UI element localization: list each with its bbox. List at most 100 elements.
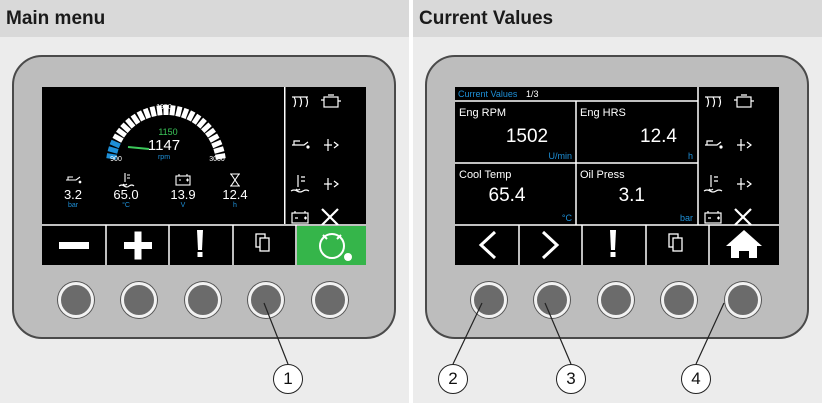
- page-indicator: 1/3: [526, 89, 539, 99]
- engine-start-softkey[interactable]: [297, 226, 366, 265]
- exclamation-icon-2: [610, 230, 616, 257]
- engine-hours-value: 12.4: [222, 187, 247, 202]
- eng-rpm-cell: Eng RPM 1502 U/min: [459, 107, 572, 161]
- screen-title: Current Values: [458, 89, 518, 99]
- gauge-tick: [196, 117, 207, 129]
- warning-softkey[interactable]: [197, 230, 203, 257]
- copy-icon-2: [668, 233, 683, 252]
- gauge-min-label: 900: [110, 156, 122, 163]
- main-menu-title: Main menu: [6, 8, 106, 29]
- copy-softkey-2[interactable]: [668, 233, 683, 252]
- gauge-tick: [205, 127, 216, 138]
- callout-2: 2: [438, 364, 468, 394]
- display-screen: 1950 900 3000 1150 1147 rpm 3.2 bar 65.0…: [42, 87, 366, 265]
- gauge-tick: [130, 113, 141, 125]
- gauge-unit: rpm: [158, 154, 170, 161]
- current-values-title: Current Values: [419, 8, 554, 29]
- engine-icon-2: [734, 94, 754, 108]
- main-menu-panel: Main menu 1950 900 3000 1150 1147 rpm 3.…: [0, 0, 409, 403]
- oil-press-label: Oil Press: [580, 169, 625, 181]
- gauge-tick: [201, 122, 212, 133]
- hardware-button-7[interactable]: [534, 282, 570, 318]
- engine-icon: [321, 94, 341, 108]
- eng-rpm-unit: U/min: [548, 151, 572, 161]
- gauge-tick: [175, 106, 183, 117]
- hardware-button-1[interactable]: [58, 282, 94, 318]
- home-softkey[interactable]: [726, 230, 762, 258]
- back-softkey[interactable]: [478, 230, 497, 260]
- oil-warning-icon: [292, 140, 310, 149]
- battery-voltage-readout: 13.9 V: [170, 174, 196, 209]
- main-menu-display: 1950 900 3000 1150 1147 rpm 3.2 bar 65.0…: [42, 87, 366, 265]
- coolant-temp-value: 65.0: [113, 187, 138, 202]
- oil-warning-icon-2: [705, 140, 723, 149]
- hardware-button-5[interactable]: [312, 282, 348, 318]
- callout-4: 4: [681, 364, 711, 394]
- eng-hrs-value: 12.4: [640, 126, 677, 147]
- hardware-button-9[interactable]: [661, 282, 697, 318]
- cool-temp-value: 65.4: [489, 185, 526, 206]
- hardware-button-10[interactable]: [725, 282, 761, 318]
- exclamation-icon: [197, 230, 203, 257]
- rpm-gauge: 1950 900 3000 1150 1147 rpm: [106, 104, 226, 163]
- fuel-icon-2: [737, 139, 752, 151]
- oil-can-icon: [66, 176, 82, 184]
- chevron-right-icon: [541, 230, 560, 260]
- callout-3: 3: [556, 364, 586, 394]
- gauge-tick: [125, 117, 136, 129]
- hardware-button-6[interactable]: [471, 282, 507, 318]
- gauge-tick: [109, 139, 121, 149]
- callout-1: 1: [273, 364, 303, 394]
- eng-hrs-cell: Eng HRS 12.4 h: [580, 107, 693, 161]
- gauge-tick: [180, 107, 190, 119]
- gauge-tick: [169, 105, 176, 116]
- home-icon: [726, 230, 762, 258]
- glow-plug-icon-2: [705, 96, 722, 108]
- forward-softkey[interactable]: [541, 230, 560, 260]
- minus-softkey[interactable]: [59, 242, 89, 249]
- gauge-tick: [120, 122, 131, 133]
- hardware-button-3[interactable]: [185, 282, 221, 318]
- current-values-panel: Current Values Current Values 1/3 Eng RP…: [413, 0, 822, 403]
- eng-rpm-value: 1502: [506, 126, 548, 147]
- gauge-max-label: 3000: [209, 156, 225, 163]
- eng-hrs-label: Eng HRS: [580, 107, 626, 119]
- hardware-button-8[interactable]: [598, 282, 634, 318]
- oil-pressure-unit: bar: [68, 202, 79, 209]
- battery-voltage-value: 13.9: [170, 187, 195, 202]
- controller-device-2: Current Values 1/3 Eng RPM 1502 U/min En…: [425, 55, 809, 339]
- gauge-tick: [112, 133, 124, 143]
- coolant-temp-icon-2: [703, 175, 723, 193]
- gauge-tick: [208, 133, 220, 143]
- eng-hrs-unit: h: [688, 151, 693, 161]
- main-menu-header: Main menu: [0, 0, 409, 37]
- oil-pressure-readout: 3.2 bar: [64, 176, 82, 209]
- fuel-heater-icon: [324, 178, 339, 190]
- engine-hours-unit: h: [233, 202, 237, 209]
- gauge-tick: [107, 146, 119, 154]
- battery-voltage-unit: V: [181, 202, 186, 209]
- service-tools-icon: [321, 208, 339, 226]
- oil-press-unit: bar: [680, 213, 693, 223]
- chevron-left-icon: [478, 230, 497, 260]
- current-values-header: Current Values: [413, 0, 822, 37]
- battery-status-icon: [291, 211, 309, 224]
- thermometer-icon: [118, 173, 135, 188]
- gauge-value: 1147: [148, 137, 180, 154]
- hardware-button-2[interactable]: [121, 282, 157, 318]
- engine-hours-readout: 12.4 h: [222, 173, 248, 209]
- display-screen-2: Current Values 1/3 Eng RPM 1502 U/min En…: [455, 87, 779, 265]
- coolant-temp-unit: °C: [122, 201, 130, 209]
- eng-rpm-label: Eng RPM: [459, 107, 506, 119]
- gauge-setpoint: 1150: [158, 127, 177, 137]
- gauge-tick: [142, 107, 152, 119]
- oil-pressure-value: 3.2: [64, 187, 82, 202]
- gauge-tick: [116, 127, 127, 138]
- battery-status-icon-2: [704, 211, 722, 224]
- gauge-needle: [127, 146, 150, 150]
- hourglass-icon: [230, 173, 240, 187]
- warning-softkey-2[interactable]: [610, 230, 616, 257]
- oil-press-value: 3.1: [619, 185, 645, 206]
- battery-icon: [175, 174, 191, 186]
- hardware-button-4[interactable]: [248, 282, 284, 318]
